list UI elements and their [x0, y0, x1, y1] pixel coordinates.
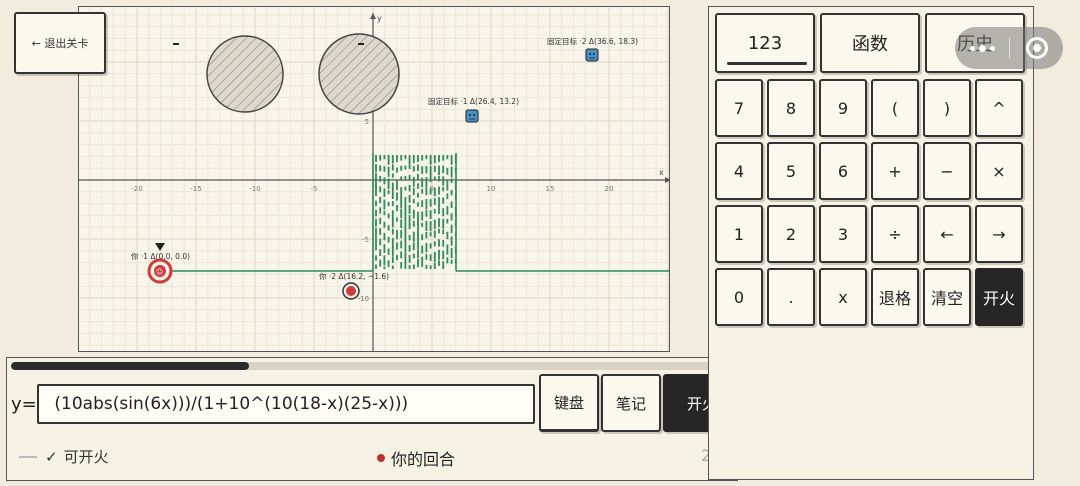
- key-decimal[interactable]: .: [767, 268, 815, 326]
- key-cursor-left[interactable]: ←: [923, 205, 971, 263]
- shot-progress-fill: [11, 362, 250, 370]
- fire-status-label: 可开火: [63, 448, 109, 466]
- more-dots-icon[interactable]: [955, 44, 1009, 52]
- target-2-marker: 固定目标 ·2 Δ(36.6, 18.3): [547, 36, 638, 62]
- player-2-label: 你 ·2 Δ(16.2, −1.6): [319, 271, 389, 281]
- target-1-label: 固定目标 ·1 Δ(26.4, 13.2): [428, 96, 519, 106]
- key-multiply[interactable]: ×: [975, 142, 1023, 200]
- x-tick-label: -20: [131, 185, 142, 193]
- key-5[interactable]: 5: [767, 142, 815, 200]
- key-6[interactable]: 6: [819, 142, 867, 200]
- key-7[interactable]: 7: [715, 79, 763, 137]
- x-axis-label: x: [659, 168, 664, 177]
- tab-functions-label: 函数: [852, 34, 888, 55]
- player-2-marker[interactable]: 你 ·2 Δ(16.2, −1.6): [319, 271, 389, 300]
- x-tick-label: 10: [487, 185, 496, 193]
- tab-numbers-label: 123: [747, 32, 783, 54]
- key-clear[interactable]: 清空: [923, 268, 971, 326]
- key-variable-x[interactable]: x: [819, 268, 867, 326]
- miniprogram-capsule: [955, 27, 1063, 69]
- y-tick-label: 5: [365, 118, 369, 126]
- keypad-panel: 123 函数 历史 789()^456+−×123÷←→0.x退格清空开火: [708, 6, 1034, 480]
- y-tick-label: -5: [362, 236, 369, 244]
- obstacle-right: [318, 33, 400, 115]
- formula-input[interactable]: [37, 384, 535, 424]
- formula-panel: y= 键盘 笔记 开火 ✓ 可开火 你的回合 20s: [6, 357, 738, 481]
- target-2-label: 固定目标 ·2 Δ(36.6, 18.3): [547, 36, 638, 46]
- close-ring-icon[interactable]: [1010, 37, 1063, 59]
- turn-indicator: 你的回合: [377, 446, 455, 470]
- key-cursor-right[interactable]: →: [975, 205, 1023, 263]
- key-minus[interactable]: −: [923, 142, 971, 200]
- y-tick-label: -10: [358, 295, 369, 303]
- y-axis-label: y: [377, 14, 382, 23]
- turn-dot-icon: [377, 454, 385, 462]
- active-tab-underline: [727, 62, 807, 65]
- x-tick-label: 20: [605, 185, 614, 193]
- key-fire[interactable]: 开火: [975, 268, 1023, 326]
- key-backspace[interactable]: 退格: [871, 268, 919, 326]
- formula-prefix-label: y=: [11, 394, 37, 415]
- key-plus[interactable]: +: [871, 142, 919, 200]
- status-dash: [19, 455, 37, 458]
- key-power[interactable]: ^: [975, 79, 1023, 137]
- key-close-paren[interactable]: ): [923, 79, 971, 137]
- key-open-paren[interactable]: (: [871, 79, 919, 137]
- shot-progress-bar: [11, 362, 733, 370]
- check-icon: ✓: [45, 447, 58, 466]
- key-2[interactable]: 2: [767, 205, 815, 263]
- key-4[interactable]: 4: [715, 142, 763, 200]
- key-1[interactable]: 1: [715, 205, 763, 263]
- board-canvas: xy-20 -15 -10 -5 5 10 15 205-5-10 ☺ 你 ·1 Δ(0.0,…: [79, 7, 669, 351]
- x-tick-label: -15: [190, 185, 201, 193]
- key-8[interactable]: 8: [767, 79, 815, 137]
- tab-functions[interactable]: 函数: [820, 13, 920, 73]
- keyboard-button[interactable]: 键盘: [539, 374, 599, 432]
- player-1-label: 你 ·1 Δ(0.0, 0.0): [131, 251, 190, 261]
- tab-numbers[interactable]: 123: [715, 13, 815, 73]
- key-0[interactable]: 0: [715, 268, 763, 326]
- obstacle-left: [206, 35, 284, 113]
- active-player-pointer-icon: [155, 243, 165, 251]
- exit-level-button[interactable]: ← 退出关卡: [14, 12, 106, 74]
- x-tick-label: 15: [546, 185, 555, 193]
- svg-text:☺: ☺: [156, 268, 163, 276]
- key-9[interactable]: 9: [819, 79, 867, 137]
- fire-status: ✓ 可开火: [19, 446, 109, 467]
- notes-button[interactable]: 笔记: [601, 374, 661, 432]
- turn-label: 你的回合: [391, 450, 456, 469]
- x-tick-label: -5: [311, 185, 318, 193]
- x-tick-label: -10: [249, 185, 260, 193]
- game-board: x y -20 -15 -10 -5 5 10 15 20 5 -5 -10 ☺ 你 ·1 Δ(0.0,…: [78, 6, 670, 352]
- key-divide[interactable]: ÷: [871, 205, 919, 263]
- key-3[interactable]: 3: [819, 205, 867, 263]
